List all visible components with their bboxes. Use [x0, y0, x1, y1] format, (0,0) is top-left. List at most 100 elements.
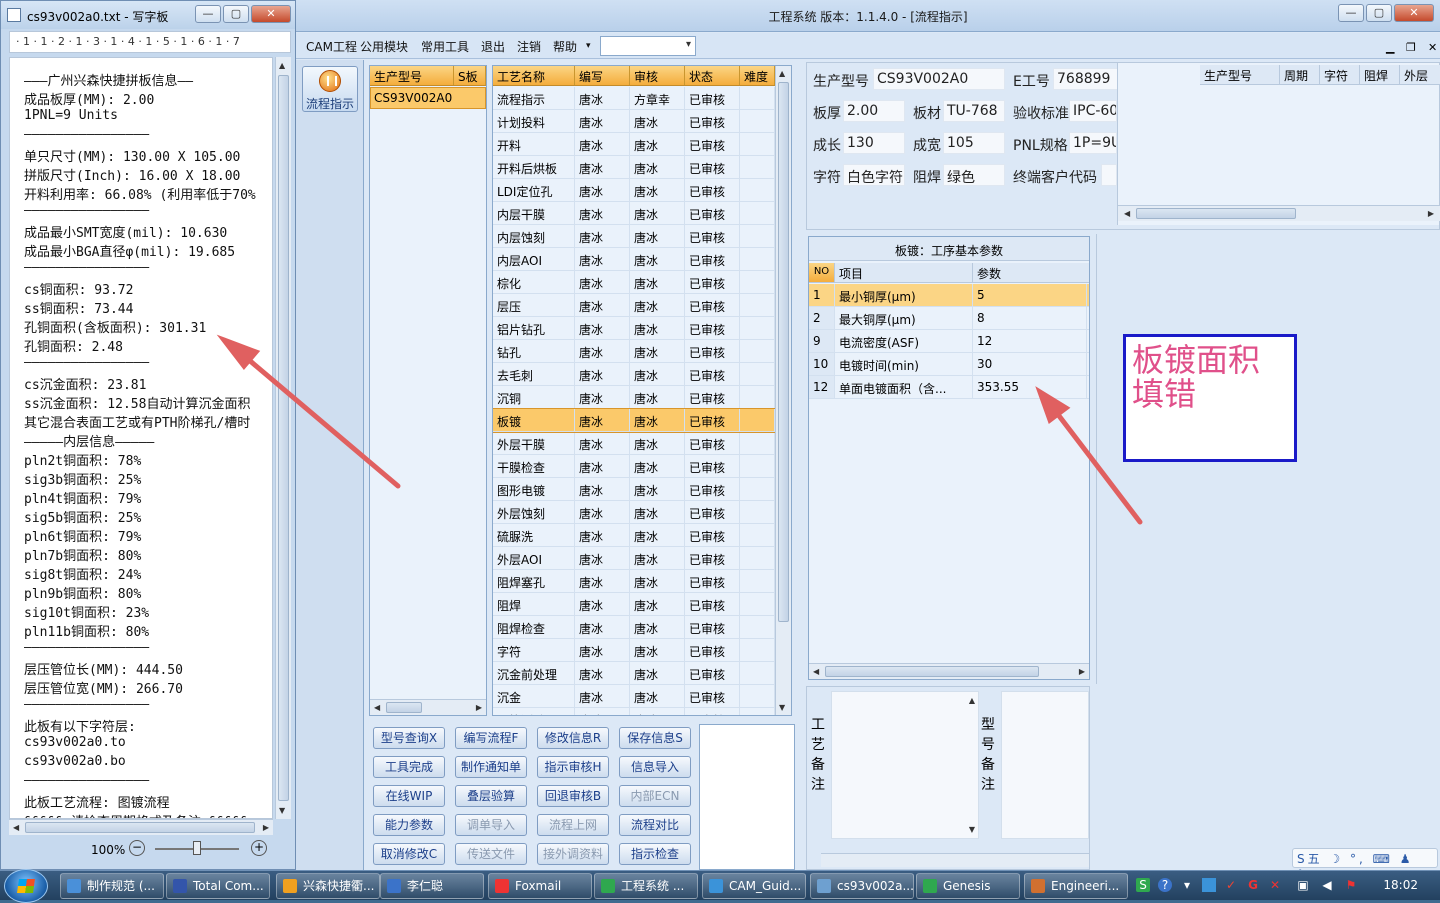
param-row[interactable]: 9 电流密度(ASF) 12: [809, 330, 1089, 353]
table-row[interactable]: 干膜检查 唐冰 唐冰 已审核: [493, 455, 775, 478]
table-row[interactable]: 计划投料 唐冰 唐冰 已审核: [493, 110, 775, 133]
action-button[interactable]: 能力参数: [373, 814, 445, 836]
maximize-button[interactable]: ▢: [1366, 4, 1392, 22]
table-row[interactable]: 开料后烘板 唐冰 唐冰 已审核: [493, 156, 775, 179]
model-list-hscroll[interactable]: ◀ ▶: [370, 699, 486, 715]
minimize-button[interactable]: —: [1338, 4, 1364, 22]
table-row[interactable]: 沉金 唐冰 唐冰 已审核: [493, 685, 775, 708]
table-row[interactable]: 板镀 唐冰 唐冰 已审核: [493, 408, 776, 433]
scroll-left-icon[interactable]: ◀: [1124, 209, 1130, 218]
menu-logout[interactable]: 注销: [517, 38, 541, 55]
action-button[interactable]: 回退审核B: [537, 785, 609, 807]
action-button[interactable]: 信息导入: [619, 756, 691, 778]
scroll-up-icon[interactable]: ▲: [279, 61, 285, 70]
scroll-right-icon[interactable]: ▶: [1428, 209, 1434, 218]
taskbar-item[interactable]: 兴森快捷衢...: [276, 873, 380, 899]
scroll-up-icon[interactable]: ▲: [779, 69, 785, 78]
model-remark-field[interactable]: [1001, 691, 1089, 839]
status-col-header[interactable]: 状态: [685, 66, 740, 85]
mini-col-model[interactable]: 生产型号: [1200, 65, 1280, 84]
scroll-thumb[interactable]: [386, 702, 422, 713]
wordpad-minimize-button[interactable]: —: [195, 5, 221, 23]
table-row[interactable]: 阻抗测试唐冰唐冰已审核: [493, 708, 775, 715]
zoom-out-icon[interactable]: −: [129, 840, 145, 856]
scroll-down-icon[interactable]: ▼: [969, 825, 975, 834]
action-button[interactable]: 型号查询X: [373, 727, 445, 749]
scroll-thumb[interactable]: [25, 822, 255, 833]
table-row[interactable]: 层压 唐冰 唐冰 已审核: [493, 294, 775, 317]
table-row[interactable]: 内层AOI 唐冰 唐冰 已审核: [493, 248, 775, 271]
params-col-value[interactable]: 参数: [973, 263, 1087, 282]
wordpad-ruler[interactable]: · 1 · 1 · 2 · 1 · 3 · 1 · 4 · 1 · 5 · 1 …: [9, 31, 291, 53]
params-col-item[interactable]: 项目: [835, 263, 973, 282]
tray-x-icon[interactable]: ✕: [1268, 878, 1282, 892]
process-grid-vscroll[interactable]: ▲ ▼: [775, 66, 791, 715]
taskbar-item[interactable]: CAM_Guid...: [702, 873, 806, 899]
table-row[interactable]: 棕化 唐冰 唐冰 已审核: [493, 271, 775, 294]
tray-help-icon[interactable]: ?: [1158, 878, 1172, 892]
mini-grid-hscroll[interactable]: ◀ ▶: [1118, 205, 1440, 221]
ime-toolbar[interactable]: S五 ☽ °, ⌨ ♟ ✎: [1292, 848, 1438, 881]
action-button[interactable]: 工具完成: [373, 756, 445, 778]
mdi-minimize-icon[interactable]: ▁: [1386, 41, 1394, 54]
model-col-header[interactable]: 生产型号: [370, 66, 454, 85]
table-row[interactable]: 内层干膜 唐冰 唐冰 已审核: [493, 202, 775, 225]
clock[interactable]: 18:02: [1383, 878, 1418, 892]
param-row[interactable]: 12 单面电镀面积（含... 353.55: [809, 376, 1089, 399]
table-row[interactable]: 钻孔 唐冰 唐冰 已审核: [493, 340, 775, 363]
param-row[interactable]: 1 最小铜厚(μm) 5: [809, 284, 1089, 307]
mini-col-cycle[interactable]: 周期: [1280, 65, 1320, 84]
param-row[interactable]: 10 电镀时间(min) 30: [809, 353, 1089, 376]
mdi-close-icon[interactable]: ✕: [1428, 41, 1437, 54]
scroll-left-icon[interactable]: ◀: [13, 823, 19, 832]
action-button[interactable]: 流程对比: [619, 814, 691, 836]
menu-combo-box[interactable]: [600, 36, 696, 56]
table-row[interactable]: LDI定位孔 唐冰 唐冰 已审核: [493, 179, 775, 202]
menu-cam[interactable]: CAM工程: [306, 38, 357, 55]
scroll-left-icon[interactable]: ◀: [813, 667, 819, 676]
table-row[interactable]: 阻焊检查 唐冰 唐冰 已审核: [493, 616, 775, 639]
scroll-thumb[interactable]: [1136, 208, 1296, 219]
remarks-hscroll[interactable]: [821, 853, 1089, 867]
wordpad-vscroll[interactable]: ▲ ▼: [275, 57, 291, 819]
param-row[interactable]: 2 最大铜厚(μm) 8: [809, 307, 1089, 330]
wordpad-close-button[interactable]: ✕: [251, 5, 291, 23]
action-button[interactable]: 保存信息S: [619, 727, 691, 749]
action-button[interactable]: 取消修改C: [373, 843, 445, 865]
flow-instruction-button[interactable]: 流程指示: [302, 66, 358, 112]
action-button[interactable]: 指示检查: [619, 843, 691, 865]
wordpad-document[interactable]: ———广州兴森快捷拼板信息—— 成品板厚(MM): 2.00 1PNL=9 Unit…: [9, 57, 273, 819]
menu-help[interactable]: 帮助: [553, 38, 577, 55]
table-row[interactable]: 去毛刺 唐冰 唐冰 已审核: [493, 363, 775, 386]
mdi-restore-icon[interactable]: ❐: [1406, 41, 1416, 54]
scroll-thumb[interactable]: [825, 666, 1039, 677]
table-row[interactable]: 内层蚀刻 唐冰 唐冰 已审核: [493, 225, 775, 248]
action-button[interactable]: 修改信息R: [537, 727, 609, 749]
model-list-item[interactable]: CS93V002A0: [370, 87, 486, 109]
taskbar-item[interactable]: Foxmail: [488, 873, 592, 899]
scroll-down-icon[interactable]: ▼: [279, 806, 285, 815]
table-row[interactable]: 阻焊 唐冰 唐冰 已审核: [493, 593, 775, 616]
table-row[interactable]: 阻焊塞孔 唐冰 唐冰 已审核: [493, 570, 775, 593]
action-button[interactable]: 调单导入: [455, 814, 527, 836]
wordpad-maximize-button[interactable]: ▢: [223, 5, 249, 23]
action-button[interactable]: 编写流程F: [455, 727, 527, 749]
table-row[interactable]: 开料 唐冰 唐冰 已审核: [493, 133, 775, 156]
table-row[interactable]: 图形电镀 唐冰 唐冰 已审核: [493, 478, 775, 501]
menu-tools[interactable]: 常用工具: [421, 38, 469, 55]
table-row[interactable]: 流程指示 唐冰 方章幸 已审核: [493, 87, 775, 110]
scroll-thumb[interactable]: [278, 75, 289, 801]
table-row[interactable]: 字符 唐冰 唐冰 已审核: [493, 639, 775, 662]
scroll-down-icon[interactable]: ▼: [779, 703, 785, 712]
close-button[interactable]: ✕: [1394, 4, 1434, 22]
tray-app-icon[interactable]: [1202, 878, 1216, 892]
action-button[interactable]: 指示审核H: [537, 756, 609, 778]
process-name-col-header[interactable]: 工艺名称: [493, 66, 575, 85]
scroll-up-icon[interactable]: ▲: [969, 696, 975, 705]
action-button[interactable]: 制作通知单: [455, 756, 527, 778]
tray-s-icon[interactable]: S: [1136, 878, 1150, 892]
process-remark-field[interactable]: ▲ ▼: [831, 691, 979, 839]
tray-app2-icon[interactable]: ✓: [1224, 878, 1238, 892]
menu-exit[interactable]: 退出: [481, 38, 505, 55]
params-hscroll[interactable]: ◀ ▶: [809, 663, 1089, 679]
